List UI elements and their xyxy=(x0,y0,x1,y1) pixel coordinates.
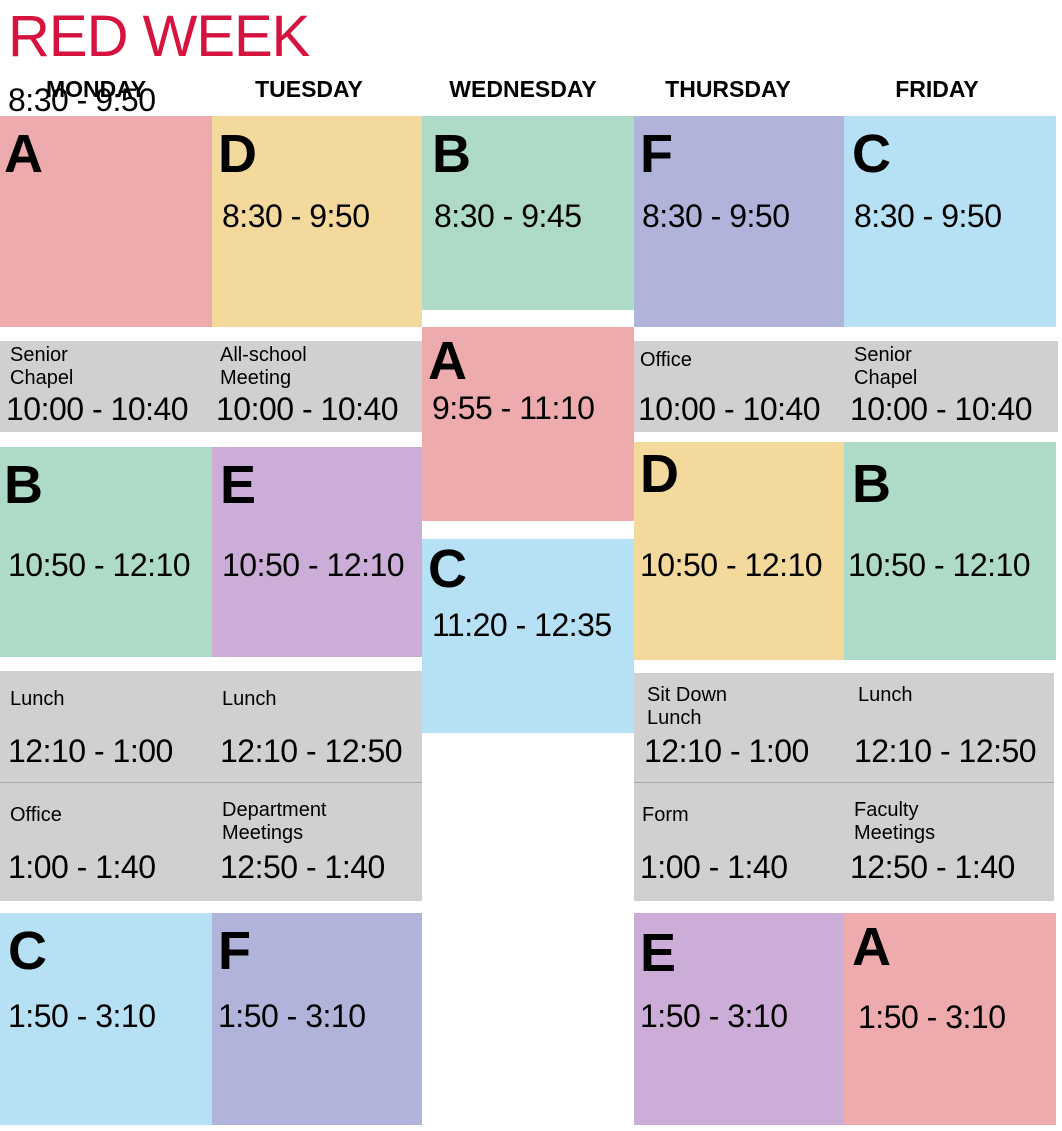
period-letter: B xyxy=(852,454,891,514)
monday-period-2: B 10:50 - 12:10 xyxy=(0,447,212,657)
day-header-thursday: THURSDAY xyxy=(665,76,791,102)
block-time: 12:10 - 1:00 xyxy=(644,733,809,769)
block-label: Form xyxy=(642,804,689,826)
tuesday-period-3: F 1:50 - 3:10 xyxy=(212,913,422,1125)
friday-senior-chapel: Senior Chapel 10:00 - 10:40 xyxy=(844,341,1058,432)
block-label: Sit Down Lunch xyxy=(647,684,728,729)
day-header-tuesday: TUESDAY xyxy=(255,76,363,102)
block-time: 10:00 - 10:40 xyxy=(850,391,1033,427)
block-label: Lunch xyxy=(858,684,913,706)
period-letter: D xyxy=(218,124,257,184)
period-time: 1:50 - 3:10 xyxy=(8,998,156,1034)
monday-lunch-office: Lunch 12:10 - 1:00 Office 1:00 - 1:40 xyxy=(0,671,212,901)
period-time: 8:30 - 9:50 xyxy=(642,198,790,234)
block-time: 1:00 - 1:40 xyxy=(8,849,156,885)
divider xyxy=(634,782,1054,783)
thursday-office: Office 10:00 - 10:40 xyxy=(634,341,844,432)
period-time: 10:50 - 12:10 xyxy=(640,547,823,583)
thursday-lunch-form: Sit Down Lunch 12:10 - 1:00 Form 1:00 - … xyxy=(634,673,844,901)
friday-period-3: A 1:50 - 3:10 xyxy=(844,913,1056,1125)
thursday-period-2: D 10:50 - 12:10 xyxy=(634,442,844,660)
block-label: Faculty Meetings xyxy=(854,799,936,844)
monday-period-1: A 8:30 - 9:50 xyxy=(0,82,212,327)
period-letter: A xyxy=(4,124,43,184)
page-title: RED WEEK xyxy=(8,4,310,69)
period-letter: B xyxy=(4,455,43,515)
period-letter: D xyxy=(640,444,679,504)
block-label: Office xyxy=(640,349,692,371)
tuesday-lunch-dept: Lunch 12:10 - 12:50 Department Meetings … xyxy=(212,671,422,901)
period-time: 10:50 - 12:10 xyxy=(8,547,191,583)
period-letter: A xyxy=(428,331,467,391)
block-label: Senior Chapel xyxy=(10,344,74,389)
period-letter: C xyxy=(852,124,891,184)
block-time: 12:50 - 1:40 xyxy=(850,849,1015,885)
period-time: 9:55 - 11:10 xyxy=(432,390,595,426)
block-time: 10:00 - 10:40 xyxy=(638,391,821,427)
period-time: 8:30 - 9:45 xyxy=(434,198,582,234)
wednesday-period-1: B 8:30 - 9:45 xyxy=(422,116,634,310)
tuesday-period-2: E 10:50 - 12:10 xyxy=(212,447,422,657)
period-letter: A xyxy=(852,917,891,977)
period-letter: E xyxy=(640,923,677,983)
period-time: 10:50 - 12:10 xyxy=(848,547,1031,583)
period-time: 10:50 - 12:10 xyxy=(222,547,405,583)
period-letter: C xyxy=(428,539,467,599)
thursday-period-1: F 8:30 - 9:50 xyxy=(634,116,844,327)
period-letter: F xyxy=(640,124,673,184)
block-time: 10:00 - 10:40 xyxy=(6,391,189,427)
block-time: 10:00 - 10:40 xyxy=(216,391,399,427)
block-label: All-school Meeting xyxy=(220,344,307,389)
block-time: 1:00 - 1:40 xyxy=(640,849,788,885)
block-label: Lunch xyxy=(222,688,277,710)
friday-period-2: B 10:50 - 12:10 xyxy=(844,442,1056,660)
period-time: 1:50 - 3:10 xyxy=(858,999,1006,1035)
day-header-wednesday: WEDNESDAY xyxy=(449,76,597,102)
block-time: 12:10 - 12:50 xyxy=(854,733,1037,769)
block-label: Department Meetings xyxy=(222,799,327,844)
period-letter: F xyxy=(218,921,251,981)
wednesday-period-3: C 11:20 - 12:35 xyxy=(422,539,634,733)
block-time: 12:10 - 12:50 xyxy=(220,733,403,769)
block-time: 12:10 - 1:00 xyxy=(8,733,173,769)
period-time: 1:50 - 3:10 xyxy=(218,998,366,1034)
period-time: 8:30 - 9:50 xyxy=(222,198,370,234)
period-letter: E xyxy=(220,455,257,515)
friday-period-1: C 8:30 - 9:50 xyxy=(844,116,1056,327)
tuesday-period-1: D 8:30 - 9:50 xyxy=(212,116,422,327)
period-letter: B xyxy=(432,124,471,184)
block-label: Lunch xyxy=(10,688,65,710)
block-label: Office xyxy=(10,804,62,826)
period-time: 8:30 - 9:50 xyxy=(854,198,1002,234)
block-label: Senior Chapel xyxy=(854,344,918,389)
block-time: 12:50 - 1:40 xyxy=(220,849,385,885)
period-time: 11:20 - 12:35 xyxy=(432,607,612,643)
period-letter: C xyxy=(8,921,47,981)
monday-senior-chapel: Senior Chapel 10:00 - 10:40 xyxy=(0,341,212,432)
tuesday-all-school-meeting: All-school Meeting 10:00 - 10:40 xyxy=(212,341,422,432)
friday-lunch-faculty: Lunch 12:10 - 12:50 Faculty Meetings 12:… xyxy=(844,673,1054,901)
period-time: 8:30 - 9:50 xyxy=(8,82,156,118)
thursday-period-3: E 1:50 - 3:10 xyxy=(634,913,844,1125)
day-header-friday: FRIDAY xyxy=(895,76,979,102)
monday-period-3: C 1:50 - 3:10 xyxy=(0,913,212,1125)
divider xyxy=(0,782,422,783)
period-time: 1:50 - 3:10 xyxy=(640,998,788,1034)
wednesday-period-2: A 9:55 - 11:10 xyxy=(422,327,634,521)
